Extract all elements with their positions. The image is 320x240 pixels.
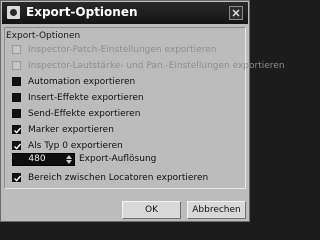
spin-up-icon[interactable] — [66, 155, 72, 159]
check-icon — [14, 143, 22, 150]
option-label: Automation exportieren — [28, 77, 136, 87]
checkbox-locator-range[interactable] — [12, 173, 22, 182]
checkbox-automation[interactable] — [12, 77, 21, 86]
checkbox-insert-effects[interactable] — [12, 93, 21, 102]
checkbox-markers[interactable] — [12, 125, 22, 134]
resolution-value: 480 — [28, 154, 46, 164]
ok-button[interactable]: OK — [122, 201, 181, 219]
option-label: Inspector-Patch-Einstellungen exportiere… — [28, 45, 217, 55]
title-bar[interactable]: Export-Optionen — [2, 2, 248, 24]
checkbox-type-0[interactable] — [12, 141, 22, 150]
resolution-spinbox[interactable]: 480 — [12, 153, 75, 166]
checkbox-send-effects[interactable] — [12, 109, 21, 118]
option-label: Als Typ 0 exportieren — [28, 141, 123, 151]
option-label: Marker exportieren — [28, 125, 114, 135]
app-icon — [7, 6, 20, 19]
option-label: Insert-Effekte exportieren — [28, 93, 144, 103]
cancel-button[interactable]: Abbrechen — [187, 201, 246, 219]
group-title: Export-Optionen — [6, 31, 81, 41]
close-icon — [232, 9, 240, 17]
option-label: Inspector-Lautstärke- und Pan.-Einstellu… — [28, 61, 285, 71]
check-icon — [14, 127, 22, 134]
spin-down-icon[interactable] — [66, 160, 72, 164]
checkbox-inspector-patch[interactable] — [12, 45, 21, 54]
close-button[interactable] — [229, 6, 243, 20]
export-options-dialog: Export-Optionen Export-Optionen Inspecto… — [0, 0, 285, 222]
resolution-label: Export-Auflösung — [79, 154, 157, 164]
window-title: Export-Optionen — [26, 5, 138, 19]
checkbox-inspector-volume-pan[interactable] — [12, 61, 21, 70]
option-label: Send-Effekte exportieren — [28, 109, 141, 119]
check-icon — [14, 175, 22, 182]
option-label: Bereich zwischen Locatoren exportieren — [28, 173, 209, 183]
